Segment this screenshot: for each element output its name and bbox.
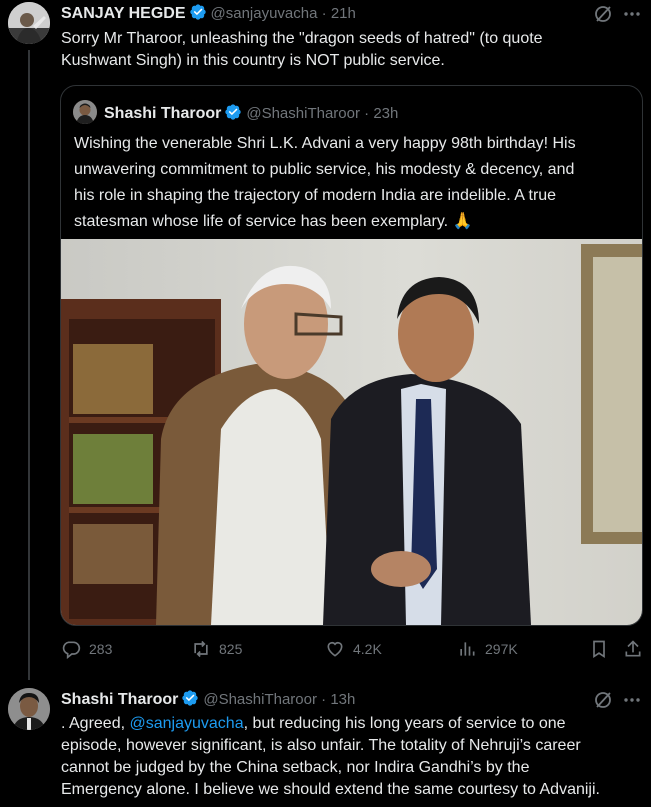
views-icon	[460, 642, 475, 656]
more-icon[interactable]	[622, 690, 642, 710]
author-handle[interactable]: @sanjayuvacha	[211, 5, 318, 22]
bookmark-button[interactable]	[589, 639, 609, 659]
quoted-text-line: statesman whose life of service has been…	[74, 213, 473, 230]
more-icon[interactable]	[622, 4, 642, 24]
mention-link[interactable]: @sanjayuvacha	[130, 715, 244, 732]
tweet-header: Shashi Tharoor @ShashiTharoor · 13h	[61, 689, 355, 712]
tweet-actions: 283 825 4.2K 297K	[61, 639, 641, 661]
tweet-header: SANJAY HEGDE @sanjayuvacha · 21h	[61, 3, 356, 26]
quoted-author-name: Shashi Tharoor	[104, 105, 222, 122]
grok-icon[interactable]	[593, 690, 613, 710]
tweet-text-line: Kushwant Singh) in this country is NOT p…	[61, 52, 445, 69]
tweet-text-line: Emergency alone. I believe we should ext…	[61, 781, 600, 798]
like-button[interactable]: 4.2K	[325, 639, 382, 659]
bookmark-icon	[593, 640, 605, 659]
text-segment: , but reducing his long years of service…	[243, 715, 566, 732]
quoted-text-line: Wishing the venerable Shri L.K. Advani a…	[74, 135, 576, 152]
quoted-author-handle: @ShashiTharoor	[246, 105, 360, 122]
repost-icon	[194, 640, 208, 658]
share-button[interactable]	[623, 639, 643, 659]
quoted-tweet-header: Shashi Tharoor @ShashiTharoor · 23h	[73, 100, 398, 126]
tweet-text: . Agreed, @sanjayuvacha, but reducing hi…	[61, 713, 649, 801]
reply-button[interactable]: 283	[61, 639, 112, 659]
repost-count: 825	[219, 641, 243, 657]
author-name[interactable]: SANJAY HEGDE	[61, 5, 186, 22]
view-count: 297K	[485, 641, 518, 657]
avatar-image	[8, 688, 50, 730]
quoted-avatar	[73, 100, 97, 124]
avatar-image	[8, 2, 50, 44]
timestamp[interactable]: 13h	[330, 691, 355, 708]
share-icon	[625, 640, 641, 657]
tweet-text-line: . Agreed, @sanjayuvacha, but reducing hi…	[61, 713, 649, 735]
thread-line	[28, 50, 30, 680]
verified-badge-icon	[224, 103, 242, 126]
tweet-text-line: Sorry Mr Tharoor, unleashing the "dragon…	[61, 30, 543, 47]
reply-icon	[62, 641, 81, 659]
quoted-tweet-text: Wishing the venerable Shri L.K. Advani a…	[74, 131, 639, 235]
quoted-timestamp: 23h	[373, 105, 399, 122]
tweet-text-line: episode, however significant, is also un…	[61, 737, 581, 754]
quoted-text-line: his role in shaping the trajectory of mo…	[74, 187, 557, 204]
timestamp[interactable]: 21h	[331, 5, 356, 22]
heart-icon	[327, 641, 343, 657]
verified-badge-icon	[181, 689, 199, 712]
author-name[interactable]: Shashi Tharoor	[61, 691, 178, 708]
text-segment: . Agreed,	[61, 715, 130, 732]
quoted-tweet-photo[interactable]	[61, 239, 642, 625]
quoted-text-line: unwavering commitment to public service,…	[74, 161, 575, 178]
reply-count: 283	[89, 641, 113, 657]
author-handle[interactable]: @ShashiTharoor	[203, 691, 317, 708]
repost-button[interactable]: 825	[191, 639, 242, 659]
verified-badge-icon	[189, 3, 207, 26]
avatar[interactable]	[8, 688, 50, 730]
grok-icon[interactable]	[593, 4, 613, 24]
tweet-text: Sorry Mr Tharoor, unleashing the "dragon…	[61, 28, 641, 72]
like-count: 4.2K	[353, 641, 382, 657]
views-button[interactable]: 297K	[457, 639, 518, 659]
avatar[interactable]	[8, 2, 50, 44]
photo-image	[61, 239, 642, 625]
quoted-tweet[interactable]: Shashi Tharoor @ShashiTharoor · 23h Wishi…	[60, 85, 643, 626]
tweet-text-line: cannot be judged by the China setback, n…	[61, 759, 530, 776]
